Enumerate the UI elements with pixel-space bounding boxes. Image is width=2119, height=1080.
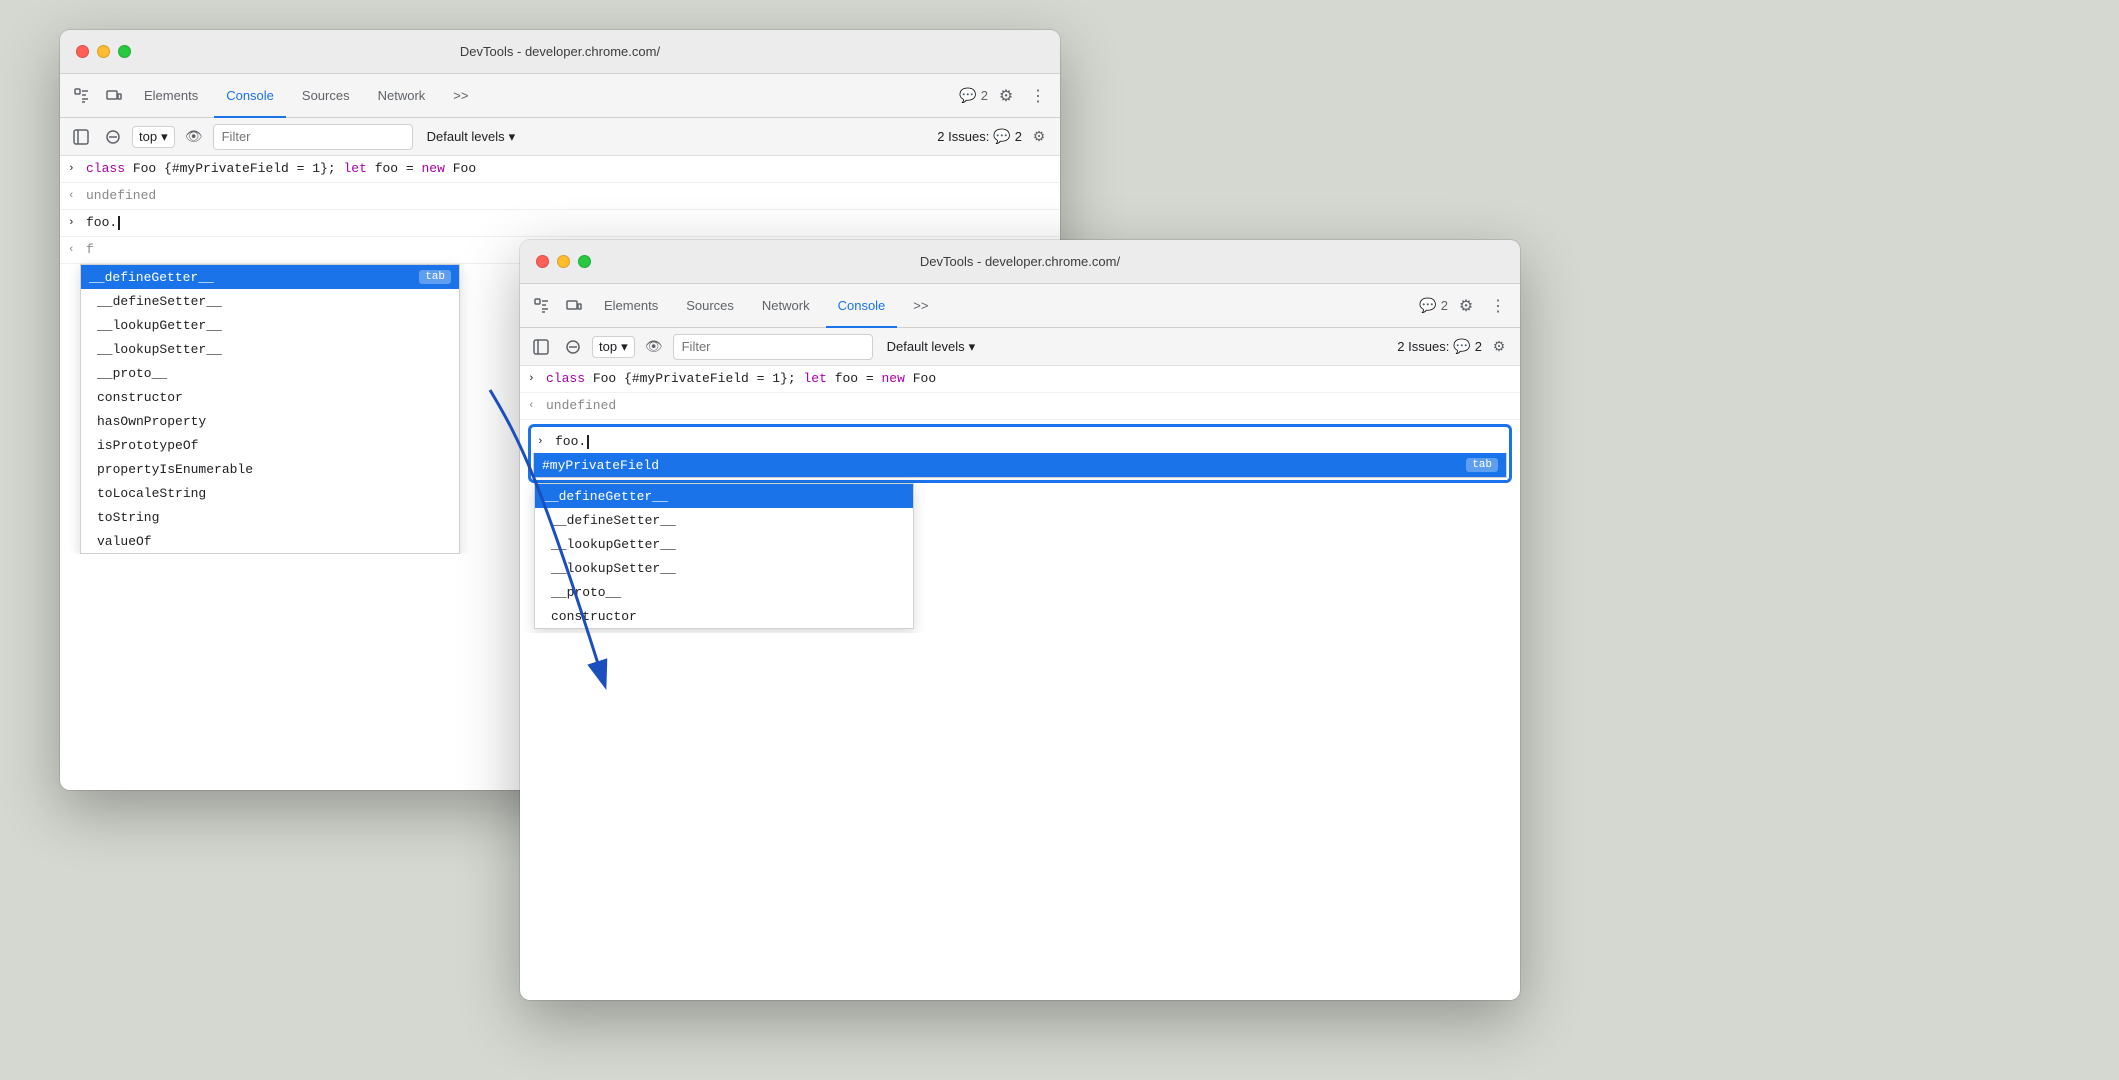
tab-elements-1[interactable]: Elements <box>132 74 210 118</box>
private-field-item[interactable]: #myPrivateField tab <box>534 453 1506 477</box>
console-input-1: › class Foo {#myPrivateField = 1}; let f… <box>60 156 1060 183</box>
chat-icon-1: 💬 <box>959 87 976 104</box>
console-foo-input-2[interactable]: › foo. <box>533 429 1507 453</box>
console-toolbar-2: top ▾ 👁 Default levels ▾ 2 Issues: 💬 2 ⚙ <box>520 328 1520 366</box>
tab-more-2[interactable]: >> <box>901 284 940 328</box>
tab-more-1[interactable]: >> <box>441 74 480 118</box>
console-foo-input-1: › foo. <box>60 210 1060 237</box>
w2-autocomplete-item-3[interactable]: __lookupSetter__ <box>535 556 913 580</box>
tab-console-2[interactable]: Console <box>826 284 898 328</box>
tab-network-1[interactable]: Network <box>366 74 438 118</box>
autocomplete-dropdown-2[interactable]: __defineGetter__ __defineSetter__ __look… <box>534 483 914 629</box>
autocomplete-item-0[interactable]: __defineGetter__ tab <box>81 265 459 289</box>
minimize-button-1[interactable] <box>97 45 110 58</box>
devtools-tabs-2: Elements Sources Network Console >> 💬 2 … <box>520 284 1520 328</box>
tab-console-1[interactable]: Console <box>214 74 286 118</box>
autocomplete-item-1[interactable]: __defineSetter__ <box>81 289 459 313</box>
highlight-box-2: › foo. #myPrivateField tab <box>528 424 1512 483</box>
console-settings-1[interactable]: ⚙ <box>1026 124 1052 150</box>
foo-input-area: › foo. #myPrivateField tab __defineGette… <box>520 424 1520 629</box>
w2-autocomplete-item-4[interactable]: __proto__ <box>535 580 913 604</box>
clear-console-1[interactable] <box>100 124 126 150</box>
console-content-2: › class Foo {#myPrivateField = 1}; let f… <box>520 366 1520 633</box>
device-toggle-icon[interactable] <box>100 82 128 110</box>
filter-input-2[interactable] <box>673 334 873 360</box>
w2-autocomplete-item-5[interactable]: constructor <box>535 604 913 628</box>
devtools-tabs-1: Elements Console Sources Network >> 💬 2 … <box>60 74 1060 118</box>
console-input-2: › class Foo {#myPrivateField = 1}; let f… <box>520 366 1520 393</box>
context-selector-1[interactable]: top ▾ <box>132 126 175 148</box>
w2-autocomplete-item-0[interactable]: __defineGetter__ <box>535 484 913 508</box>
autocomplete-item-2[interactable]: __lookupGetter__ <box>81 313 459 337</box>
w2-autocomplete-item-2[interactable]: __lookupGetter__ <box>535 532 913 556</box>
console-output-1: ‹ undefined <box>60 183 1060 210</box>
eye-icon-2[interactable]: 👁 <box>641 334 667 360</box>
settings-icon-2[interactable]: ⚙ <box>1452 292 1480 320</box>
sidebar-toggle-2[interactable] <box>528 334 554 360</box>
window-title-1: DevTools - developer.chrome.com/ <box>460 44 660 59</box>
autocomplete-item-3[interactable]: __lookupSetter__ <box>81 337 459 361</box>
issues-badge-2: 2 Issues: 💬 2 ⚙ <box>1397 334 1512 360</box>
filter-input-1[interactable] <box>213 124 413 150</box>
issues-badge-1: 2 Issues: 💬 2 ⚙ <box>937 124 1052 150</box>
autocomplete-item-4[interactable]: __proto__ <box>81 361 459 385</box>
console-output-2: ‹ undefined <box>520 393 1520 420</box>
autocomplete-item-6[interactable]: hasOwnProperty <box>81 409 459 433</box>
tab-sources-1[interactable]: Sources <box>290 74 362 118</box>
title-bar-2: DevTools - developer.chrome.com/ <box>520 240 1520 284</box>
title-bar-1: DevTools - developer.chrome.com/ <box>60 30 1060 74</box>
autocomplete-item-5[interactable]: constructor <box>81 385 459 409</box>
chat-icon-2: 💬 <box>1419 297 1436 314</box>
issue-chat-icon-2: 💬 <box>1453 338 1470 355</box>
w2-autocomplete-item-1[interactable]: __defineSetter__ <box>535 508 913 532</box>
eye-icon-1[interactable]: 👁 <box>181 124 207 150</box>
autocomplete-dropdown-1[interactable]: __defineGetter__ tab __defineSetter__ __… <box>80 264 460 554</box>
close-button-1[interactable] <box>76 45 89 58</box>
console-toolbar-1: top ▾ 👁 Default levels ▾ 2 Issues: 💬 2 ⚙ <box>60 118 1060 156</box>
autocomplete-item-11[interactable]: valueOf <box>81 529 459 553</box>
settings-icon-1[interactable]: ⚙ <box>992 82 1020 110</box>
maximize-button-2[interactable] <box>578 255 591 268</box>
traffic-lights-1 <box>76 45 131 58</box>
devtools-window-2: DevTools - developer.chrome.com/ Element… <box>520 240 1520 1000</box>
sidebar-toggle-1[interactable] <box>68 124 94 150</box>
autocomplete-item-9[interactable]: toLocaleString <box>81 481 459 505</box>
tab-sources-2[interactable]: Sources <box>674 284 746 328</box>
more-icon-1[interactable]: ⋮ <box>1024 82 1052 110</box>
traffic-lights-2 <box>536 255 591 268</box>
inspect-icon[interactable] <box>68 82 96 110</box>
tab-elements-2[interactable]: Elements <box>592 284 670 328</box>
tab-network-2[interactable]: Network <box>750 284 822 328</box>
context-selector-2[interactable]: top ▾ <box>592 336 635 358</box>
autocomplete-item-7[interactable]: isPrototypeOf <box>81 433 459 457</box>
tab-hint-private: tab <box>1466 458 1498 472</box>
autocomplete-item-8[interactable]: propertyIsEnumerable <box>81 457 459 481</box>
default-levels-2[interactable]: Default levels ▾ <box>879 337 984 357</box>
close-button-2[interactable] <box>536 255 549 268</box>
tab-hint-0: tab <box>419 270 451 284</box>
badge-area-1: 💬 2 ⚙ ⋮ <box>959 82 1052 110</box>
inspect-icon-2[interactable] <box>528 292 556 320</box>
private-autocomplete: #myPrivateField tab <box>533 453 1507 478</box>
device-toggle-icon-2[interactable] <box>560 292 588 320</box>
maximize-button-1[interactable] <box>118 45 131 58</box>
default-levels-1[interactable]: Default levels ▾ <box>419 127 524 147</box>
console-settings-2[interactable]: ⚙ <box>1486 334 1512 360</box>
issue-chat-icon-1: 💬 <box>993 128 1010 145</box>
window-title-2: DevTools - developer.chrome.com/ <box>920 254 1120 269</box>
badge-area-2: 💬 2 ⚙ ⋮ <box>1419 292 1512 320</box>
minimize-button-2[interactable] <box>557 255 570 268</box>
autocomplete-item-10[interactable]: toString <box>81 505 459 529</box>
more-icon-2[interactable]: ⋮ <box>1484 292 1512 320</box>
clear-console-2[interactable] <box>560 334 586 360</box>
